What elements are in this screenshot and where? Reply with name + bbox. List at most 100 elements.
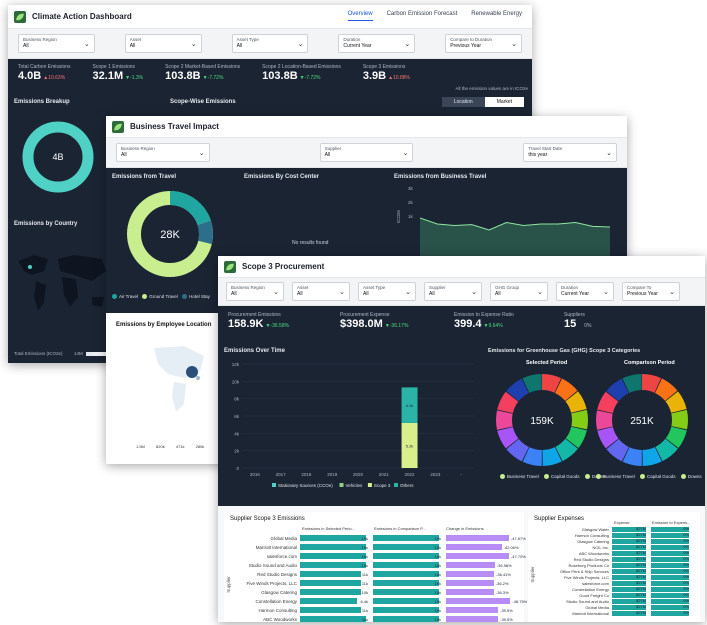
supplier-bar[interactable] <box>300 553 366 559</box>
supplier-row[interactable]: Red Studio Designs 11k 18k -36.41% <box>228 570 519 578</box>
supplier-bar[interactable] <box>446 553 509 559</box>
filter-compare-duration[interactable]: Compare to Duration Previous Year ⌄ <box>445 34 522 53</box>
legend-label: Ground Travel <box>149 294 178 299</box>
supplier-cell: 19k <box>373 589 443 596</box>
supplier-bar[interactable] <box>373 616 439 622</box>
supplier-name: Constellation Energy <box>572 586 609 592</box>
kpi-delta: ▼-36.17% <box>384 323 409 329</box>
supplier-bar[interactable] <box>446 571 495 577</box>
supplier-bar[interactable] <box>373 535 439 541</box>
supplier-bar[interactable] <box>446 598 511 604</box>
supplier-value: -47.67% <box>510 535 526 541</box>
supplier-bar[interactable] <box>446 616 499 622</box>
toggle-market[interactable]: Market <box>484 97 524 107</box>
supplier-row[interactable]: Five Winds Projects, LLC 11k 19k -36.2% <box>228 579 519 587</box>
supplier-bar[interactable] <box>373 607 439 613</box>
expense-rows: Glasgow Water $27M 0% Harmon Consulting $27M… <box>532 526 694 616</box>
supplier-name: NCIL Inc. <box>592 544 609 550</box>
supplier-value: 11k <box>361 571 368 577</box>
supplier-bar[interactable] <box>300 598 357 604</box>
supplier-row[interactable]: Glasgow Catering 10k 19k -36.3% <box>228 588 519 596</box>
supplier-bar[interactable] <box>300 607 362 613</box>
tab-carbon-forecast[interactable]: Carbon Emission Forecast <box>387 11 458 21</box>
map-marker[interactable] <box>28 265 32 269</box>
supplier-bar[interactable] <box>300 589 362 595</box>
filter-compare-to[interactable]: Compare To Previous Year ⌄ <box>622 282 680 301</box>
filter-duration[interactable]: Duration Current Year ⌄ <box>338 34 416 53</box>
supplier-row[interactable]: Studio Sound and Audio 15k 18k -36.98% <box>228 561 519 569</box>
supplier-row[interactable]: salesforce.com 16k 16k -47.70% <box>228 552 526 560</box>
supplier-value: 19k <box>361 535 368 541</box>
expense-row[interactable]: Marriott International $27M 0% <box>532 610 694 616</box>
filter-asset[interactable]: Asset All ⌄ <box>124 34 202 53</box>
travel-donut: 28K <box>127 191 213 277</box>
filter-asset[interactable]: Asset All ⌄ <box>292 282 350 301</box>
supplier-bar[interactable] <box>373 553 439 559</box>
supplier-cell: -42.06% <box>446 544 518 551</box>
kpi-emission-expense-ratio: Emission to Expense Ratio 399.4 ▼9.64% <box>454 312 564 330</box>
supplier-row[interactable]: Harmon Consulting 11k 19k -39.5% <box>228 606 519 614</box>
legend-item[interactable]: Ground Travel <box>142 294 178 300</box>
supplier-bar[interactable] <box>373 580 439 586</box>
supplier-row[interactable]: Global Media 19k 19k -47.67% <box>228 534 526 542</box>
supplier-bar[interactable] <box>300 580 362 586</box>
tab-overview[interactable]: Overview <box>347 11 373 21</box>
supplier-bar[interactable] <box>373 598 439 604</box>
supplier-cell: -47.70% <box>446 553 526 560</box>
supplier-value: 11k <box>361 616 368 622</box>
legend-dot <box>182 294 188 300</box>
supplier-col-headers: Emissions in Selected Perio... Emissions… <box>302 526 518 531</box>
y-tick-label: 2k <box>234 449 240 454</box>
supplier-cell: 11k <box>300 616 370 622</box>
legend-item[interactable]: Hotel Stay <box>182 294 210 300</box>
procurement-filters: Business Region All ⌄ Asset All ⌄ Asset Type… <box>218 278 705 306</box>
supplier-bar[interactable] <box>300 544 366 550</box>
legend-item[interactable]: Air Travel <box>112 294 138 300</box>
chevron-down-icon: ⌄ <box>537 289 543 296</box>
procurement-light-body: Supplier Scope 3 Emissions Emissions in … <box>218 506 705 622</box>
panel-title: Supplier Scope 3 Emissions <box>230 516 305 522</box>
supplier-row[interactable]: Constellation Energy 6.4k 19k -48.75% <box>228 597 527 605</box>
supplier-bar[interactable] <box>373 544 439 550</box>
filter-asset-type[interactable]: Asset Type All ⌄ <box>231 34 309 53</box>
supplier-bar[interactable] <box>373 589 439 595</box>
supplier-bar[interactable] <box>300 616 366 622</box>
legend-dot <box>596 474 601 480</box>
tab-renewable-energy[interactable]: Renewable Energy <box>471 11 522 21</box>
supplier-bar[interactable] <box>300 562 366 568</box>
filter-business-region[interactable]: Business Region All ⌄ <box>226 282 284 301</box>
supplier-bar[interactable] <box>446 535 509 541</box>
supplier-bar[interactable] <box>446 589 494 595</box>
supplier-bar[interactable] <box>446 562 495 568</box>
filter-asset-type[interactable]: Asset Type All ⌄ <box>358 282 416 301</box>
filter-ghg-group[interactable]: GHG Group All ⌄ <box>490 282 548 301</box>
toggle-location[interactable]: Location <box>441 97 485 107</box>
supplier-bar[interactable] <box>373 571 439 577</box>
supplier-bar[interactable] <box>446 544 502 550</box>
supplier-bar[interactable] <box>300 571 362 577</box>
column-header: Change in Emissions <box>446 526 484 531</box>
panel-title: Emissions By Cost Center <box>244 174 320 180</box>
filter-business-region[interactable]: Business Region All ⌄ <box>116 143 210 162</box>
filter-supplier[interactable]: Supplier All ⌄ <box>319 143 414 162</box>
supplier-row[interactable]: ABC Woodworks 11k 19k -39.5% <box>228 615 519 622</box>
filter-value: All <box>297 291 303 297</box>
tab-bar: Overview Carbon Emission Forecast Renewa… <box>347 11 522 21</box>
supplier-bar[interactable] <box>373 562 439 568</box>
filter-travel-start[interactable]: Travel Start Date this year ⌄ <box>523 143 618 162</box>
panel-title: Emissions by Country <box>14 221 78 227</box>
supplier-bar[interactable] <box>300 535 366 541</box>
supplier-value: -48.75% <box>512 598 528 604</box>
employee-bubble[interactable] <box>186 366 198 378</box>
filter-duration[interactable]: Duration Current Year ⌄ <box>556 282 614 301</box>
supplier-row[interactable]: Marriott International 19k 19k -42.06% <box>228 543 519 551</box>
supplier-cell: 19k <box>373 616 443 622</box>
supplier-bar[interactable] <box>446 580 494 586</box>
supplier-bar[interactable] <box>446 607 499 613</box>
employee-bubble[interactable] <box>196 376 200 380</box>
filter-business-region[interactable]: Business Region All ⌄ <box>18 34 95 53</box>
expense-cell: 0% <box>651 610 691 616</box>
column-header: Expense <box>614 520 630 525</box>
filter-supplier[interactable]: Supplier All ⌄ <box>424 282 482 301</box>
y-tick-label: 4k <box>234 431 240 436</box>
